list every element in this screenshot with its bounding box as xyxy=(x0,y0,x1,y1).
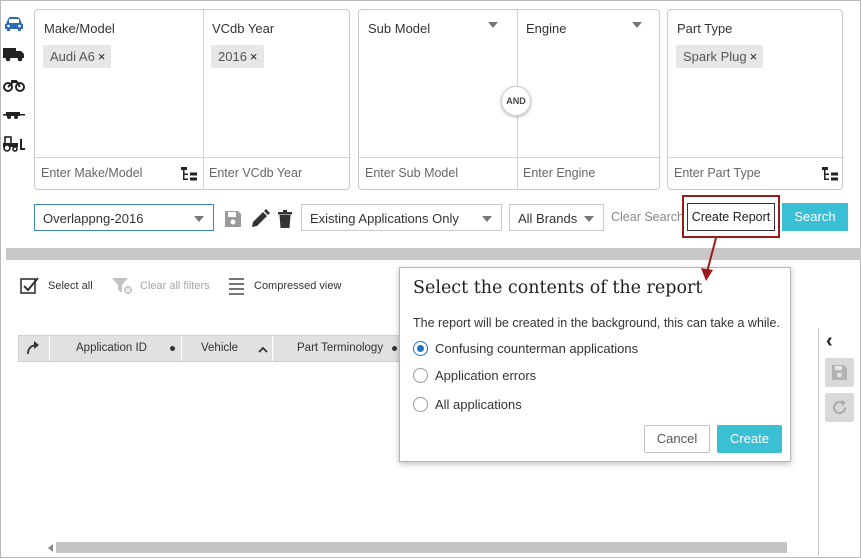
checkbox-icon xyxy=(20,277,40,295)
engine-dropdown-icon[interactable] xyxy=(632,22,642,28)
save-icon[interactable] xyxy=(223,209,243,229)
side-save-button[interactable] xyxy=(825,358,854,387)
car-icon[interactable] xyxy=(3,16,25,32)
create-report-button[interactable]: Create Report xyxy=(687,203,775,231)
vcdb-year-chip: 2016 × xyxy=(211,45,264,68)
side-refresh-button[interactable] xyxy=(825,393,854,422)
scope-select[interactable]: Existing Applications Only xyxy=(301,204,502,231)
part-type-panel: Part Type Spark Plug × Enter Part Type xyxy=(667,9,844,190)
save-icon xyxy=(831,364,848,381)
tree-view-icon[interactable] xyxy=(822,166,838,182)
sub-model-label: Sub Model xyxy=(368,21,431,36)
saved-search-select[interactable]: Overlappng-2016 xyxy=(34,204,214,231)
select-all-label: Select all xyxy=(48,280,93,292)
sort-indicator-icon[interactable] xyxy=(392,346,397,351)
results-table-header: Application ID Vehicle Part Terminology xyxy=(18,335,400,362)
sub-model-dropdown-icon[interactable] xyxy=(488,22,498,28)
compressed-view-label: Compressed view xyxy=(254,280,342,292)
section-divider[interactable] xyxy=(6,248,861,260)
redo-arrow-icon[interactable] xyxy=(25,340,41,356)
remove-chip-icon[interactable]: × xyxy=(250,49,258,64)
scope-value: Existing Applications Only xyxy=(310,211,459,226)
engine-input[interactable]: Enter Engine xyxy=(517,157,661,189)
radio-button[interactable] xyxy=(413,368,428,383)
motorcycle-icon[interactable] xyxy=(3,77,25,93)
chevron-up-icon[interactable] xyxy=(258,343,268,353)
engine-label: Engine xyxy=(526,21,567,36)
delete-icon[interactable] xyxy=(275,209,295,229)
create-button[interactable]: Create xyxy=(717,425,782,453)
report-dialog: Select the contents of the report The re… xyxy=(399,267,791,462)
vcdb-year-input[interactable]: Enter VCdb Year xyxy=(203,157,351,189)
column-header-application-id[interactable]: Application ID xyxy=(76,336,147,361)
sub-model-filter: Sub Model Enter Sub Model xyxy=(359,10,517,189)
cancel-button[interactable]: Cancel xyxy=(644,425,710,453)
report-option-label: Confusing counterman applications xyxy=(435,341,639,356)
part-type-label: Part Type xyxy=(677,21,733,36)
make-model-filter: Make/Model Audi A6 × Enter Make/Model xyxy=(35,10,203,189)
radio-button[interactable] xyxy=(413,397,428,412)
part-type-input[interactable]: Enter Part Type xyxy=(668,157,844,189)
trailer-icon[interactable] xyxy=(3,107,25,123)
sub-model-input[interactable]: Enter Sub Model xyxy=(359,157,517,189)
filter-clear-icon xyxy=(112,277,132,295)
tree-view-icon[interactable] xyxy=(181,166,197,182)
vcdb-year-chip-text: 2016 xyxy=(218,49,247,64)
vehicle-detail-panel: Sub Model Enter Sub Model Engine Enter E… xyxy=(358,9,661,190)
select-all-action[interactable]: Select all xyxy=(20,277,95,295)
make-model-chip: Audi A6 × xyxy=(43,45,112,68)
remove-chip-icon[interactable]: × xyxy=(98,49,106,64)
chevron-down-icon xyxy=(482,216,492,222)
column-separator xyxy=(49,336,50,361)
and-operator-badge[interactable]: AND xyxy=(501,86,531,116)
brands-select[interactable]: All Brands xyxy=(509,204,604,231)
compressed-view-action[interactable]: Compressed view xyxy=(228,277,343,295)
saved-search-value: Overlappng-2016 xyxy=(43,211,144,226)
clear-filters-action[interactable]: Clear all filters xyxy=(112,277,212,295)
remove-chip-icon[interactable]: × xyxy=(750,49,758,64)
chevron-down-icon xyxy=(584,216,594,222)
clear-search-link[interactable]: Clear Search xyxy=(611,210,684,224)
search-button[interactable]: Search xyxy=(782,203,848,231)
vcdb-year-label: VCdb Year xyxy=(212,21,275,36)
radio-button[interactable] xyxy=(413,341,428,356)
refresh-icon xyxy=(831,399,848,416)
side-panel-divider xyxy=(818,328,819,556)
column-header-part-terminology[interactable]: Part Terminology xyxy=(297,336,383,361)
truck-icon[interactable] xyxy=(3,46,25,62)
dialog-title: Select the contents of the report xyxy=(413,278,703,298)
dialog-description: The report will be created in the backgr… xyxy=(413,316,780,330)
make-model-input[interactable]: Enter Make/Model xyxy=(35,157,203,189)
collapse-chevron-icon[interactable]: ‹ xyxy=(826,331,833,351)
scrollbar-thumb[interactable] xyxy=(56,542,787,553)
part-type-chip: Spark Plug × xyxy=(676,45,764,68)
engine-filter: Engine Enter Engine xyxy=(517,10,661,189)
chevron-down-icon xyxy=(194,216,204,222)
column-header-vehicle[interactable]: Vehicle xyxy=(201,336,238,361)
part-type-filter: Part Type Spark Plug × Enter Part Type xyxy=(668,10,844,189)
column-separator xyxy=(181,336,182,361)
make-model-chip-text: Audi A6 xyxy=(50,49,95,64)
brands-value: All Brands xyxy=(518,211,578,226)
scroll-left-icon[interactable] xyxy=(48,544,53,552)
report-option-label: All applications xyxy=(435,397,522,412)
column-separator xyxy=(272,336,273,361)
sort-indicator-icon[interactable] xyxy=(170,346,175,351)
edit-icon[interactable] xyxy=(250,209,270,229)
part-type-chip-text: Spark Plug xyxy=(683,49,747,64)
vehicle-filter-panel: Make/Model Audi A6 × Enter Make/Model VCd… xyxy=(34,9,351,190)
vcdb-year-filter: VCdb Year 2016 × Enter VCdb Year xyxy=(203,10,351,189)
make-model-label: Make/Model xyxy=(44,21,115,36)
tractor-icon[interactable] xyxy=(3,136,25,152)
clear-filters-label: Clear all filters xyxy=(140,280,210,292)
report-option-label: Application errors xyxy=(435,368,537,383)
list-icon xyxy=(228,277,248,295)
